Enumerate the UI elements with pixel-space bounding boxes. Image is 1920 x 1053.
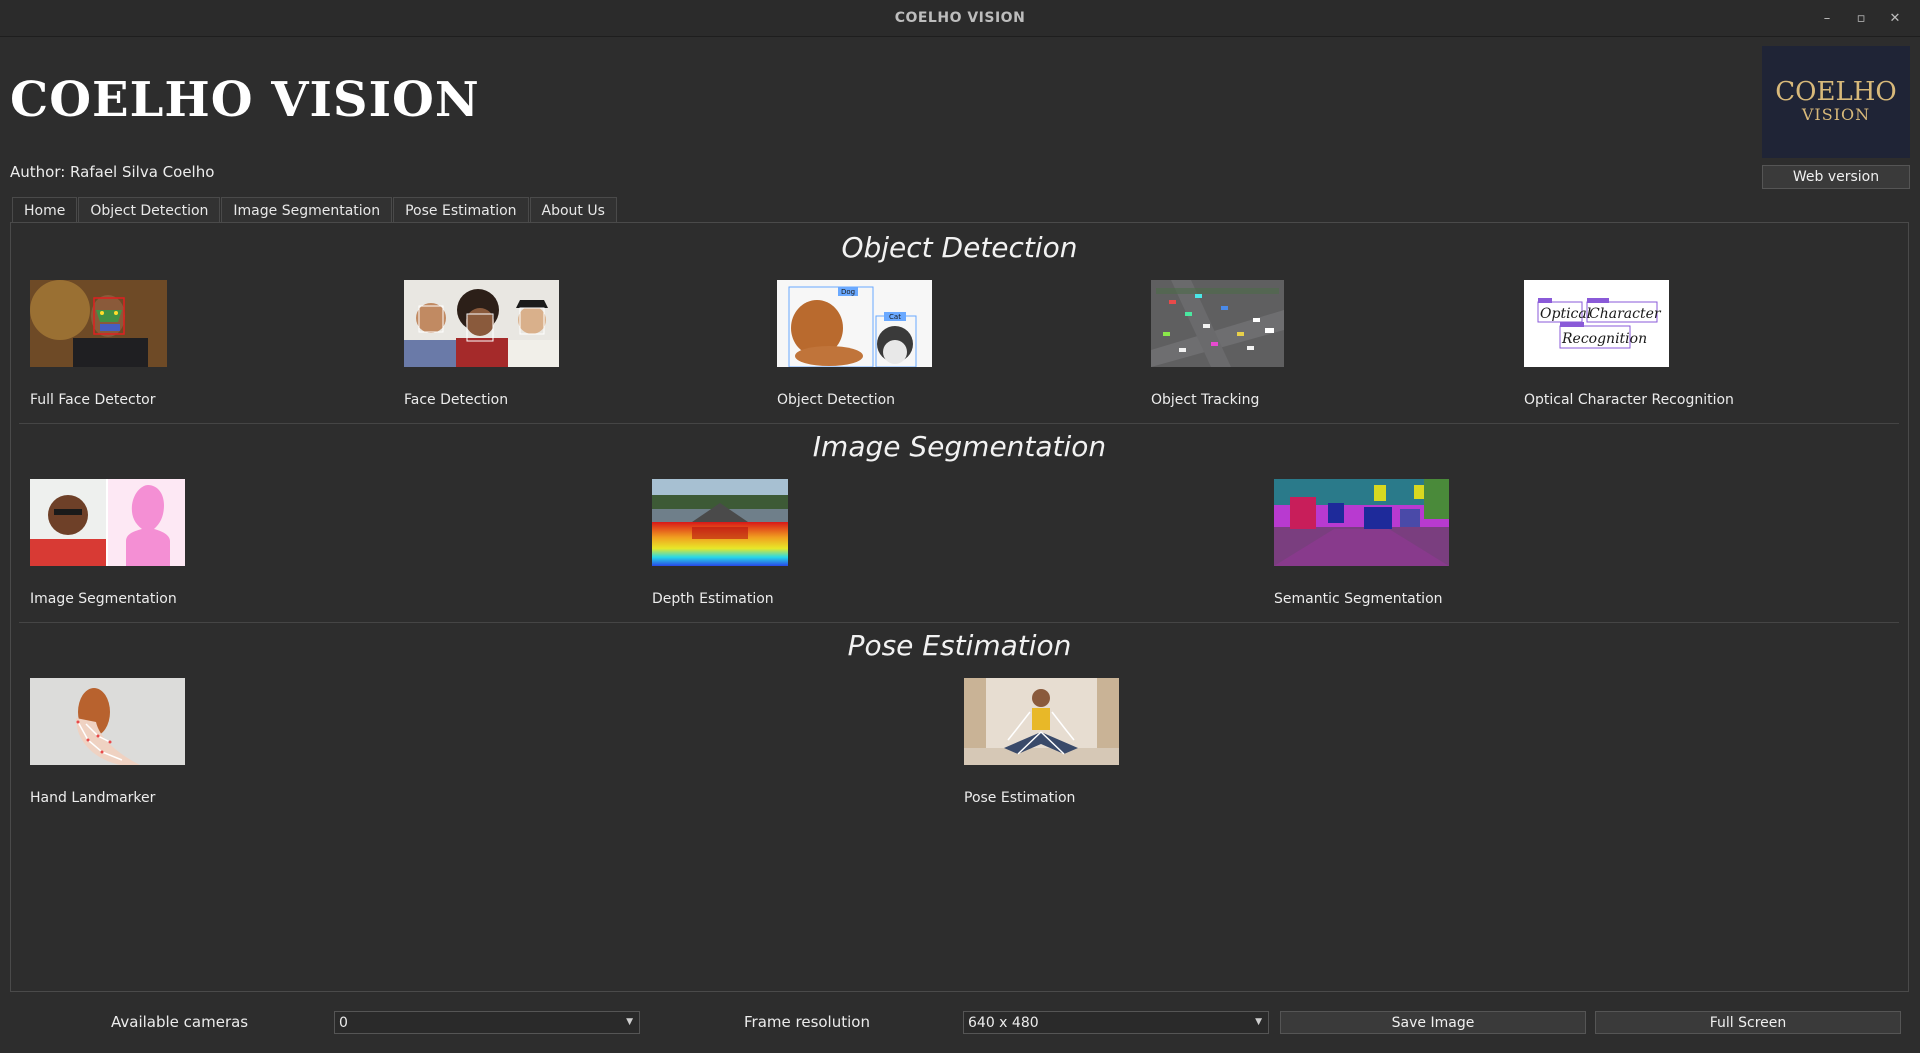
- frame-resolution-label: Frame resolution: [744, 1013, 870, 1031]
- hand-landmarker-thumbnail[interactable]: [30, 678, 185, 765]
- camera-select[interactable]: 0 ▼: [334, 1011, 640, 1034]
- logo-line-2: VISION: [1801, 105, 1871, 124]
- ocr-word-1: Optical: [1540, 306, 1591, 322]
- tab-pose-estimation[interactable]: Pose Estimation: [393, 197, 529, 223]
- logo-line-1: COELHO: [1775, 77, 1897, 107]
- web-version-button[interactable]: Web version: [1762, 165, 1910, 189]
- app-window: COELHO VISION – ▫ ✕ COELHO VISION Author…: [0, 0, 1920, 1053]
- resolution-select[interactable]: 640 x 480 ▼: [963, 1011, 1269, 1034]
- window-controls: – ▫ ✕: [1810, 0, 1912, 37]
- save-image-button[interactable]: Save Image: [1280, 1011, 1586, 1034]
- resolution-select-value: 640 x 480: [968, 1014, 1039, 1031]
- tab-bar: Home Object Detection Image Segmentation…: [12, 197, 618, 224]
- full-face-detector-thumbnail[interactable]: [30, 280, 167, 367]
- tab-home[interactable]: Home: [12, 197, 78, 224]
- home-panel: Object Detection Full Face Detector Face…: [10, 222, 1909, 992]
- ocr-thumbnail[interactable]: Optical Character Recognition: [1524, 280, 1669, 367]
- pose-estimation-thumbnail[interactable]: [964, 678, 1119, 765]
- section-title-pose-estimation: Pose Estimation: [847, 629, 1072, 662]
- semantic-segmentation-label: Semantic Segmentation: [1274, 591, 1443, 607]
- hand-landmarker-label: Hand Landmarker: [30, 790, 156, 806]
- image-segmentation-thumbnail[interactable]: [30, 479, 185, 566]
- object-tracking-thumbnail[interactable]: [1151, 280, 1284, 367]
- object-detection-thumbnail[interactable]: Dog Cat: [777, 280, 932, 367]
- tab-object-detection[interactable]: Object Detection: [78, 197, 221, 223]
- full-screen-button[interactable]: Full Screen: [1595, 1011, 1901, 1034]
- tab-image-segmentation[interactable]: Image Segmentation: [221, 197, 393, 223]
- image-segmentation-label: Image Segmentation: [30, 591, 177, 607]
- tab-about-us[interactable]: About Us: [529, 197, 617, 223]
- author-label: Author: Rafael Silva Coelho: [10, 163, 215, 181]
- dog-tag: Dog: [841, 288, 855, 296]
- ocr-word-3: Recognition: [1561, 331, 1647, 347]
- app-heading: COELHO VISION: [10, 72, 480, 128]
- camera-select-value: 0: [339, 1014, 348, 1031]
- chevron-down-icon: ▼: [1255, 1017, 1262, 1027]
- pose-estimation-label: Pose Estimation: [964, 790, 1076, 806]
- object-detection-label: Object Detection: [777, 392, 896, 408]
- section-divider: [19, 423, 1899, 424]
- face-detection-thumbnail[interactable]: [404, 280, 559, 367]
- logo: COELHO VISION: [1762, 46, 1910, 158]
- chevron-down-icon: ▼: [626, 1017, 633, 1027]
- semantic-segmentation-thumbnail[interactable]: [1274, 479, 1449, 566]
- depth-estimation-label: Depth Estimation: [652, 591, 774, 607]
- face-detection-label: Face Detection: [404, 392, 509, 408]
- full-face-detector-label: Full Face Detector: [30, 392, 156, 408]
- window-title: COELHO VISION: [894, 10, 1026, 26]
- available-cameras-label: Available cameras: [111, 1013, 249, 1031]
- section-divider: [19, 622, 1899, 623]
- title-bar: COELHO VISION – ▫ ✕: [0, 0, 1920, 37]
- minimize-icon[interactable]: –: [1810, 0, 1844, 37]
- section-title-object-detection: Object Detection: [841, 231, 1078, 264]
- restore-icon[interactable]: ▫: [1844, 0, 1878, 37]
- ocr-label: Optical Character Recognition: [1524, 392, 1734, 408]
- object-tracking-label: Object Tracking: [1151, 392, 1260, 408]
- cat-tag: Cat: [889, 313, 901, 321]
- ocr-word-2: Character: [1589, 306, 1662, 322]
- section-title-image-segmentation: Image Segmentation: [812, 430, 1107, 463]
- close-icon[interactable]: ✕: [1878, 0, 1912, 37]
- depth-estimation-thumbnail[interactable]: [652, 479, 788, 566]
